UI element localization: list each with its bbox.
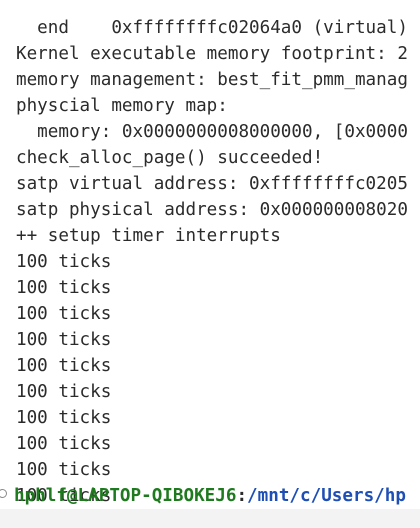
terminal-output-line: 100 ticks <box>16 278 112 298</box>
terminal-output-line: memory: 0x0000000008000000, [0x0000 <box>16 122 408 142</box>
shell-prompt[interactable]: hphlf@LAPTOP-QIBOKEJ6:/mnt/c/Users/hp <box>0 483 406 509</box>
prompt-user-host: hphlf@LAPTOP-QIBOKEJ6 <box>14 486 237 506</box>
terminal-output-line: satp virtual address: 0xffffffffc0205 <box>16 174 408 194</box>
terminal-output-line: 100 ticks <box>16 356 112 376</box>
terminal-output-line: 100 ticks <box>16 408 112 428</box>
command-status-icon <box>0 488 7 498</box>
terminal-window[interactable]: end 0xffffffffc02064a0 (virtual) Kernel … <box>0 0 420 528</box>
terminal-output-line: physcial memory map: <box>16 96 228 116</box>
terminal-output-line: 100 ticks <box>16 382 112 402</box>
prompt-path: /mnt/c/Users/hp <box>247 486 406 506</box>
terminal-output-line: Kernel executable memory footprint: 2 <box>16 44 408 64</box>
terminal-output-line: memory management: best_fit_pmm_manag <box>16 70 408 90</box>
terminal-output-line: 100 ticks <box>16 330 112 350</box>
terminal-bottom-strip <box>0 509 420 528</box>
terminal-output-line: satp physical address: 0x000000008020 <box>16 200 408 220</box>
terminal-output-line: ++ setup timer interrupts <box>16 226 281 246</box>
prompt-separator: : <box>236 486 248 506</box>
terminal-output-line: 100 ticks <box>16 252 112 272</box>
terminal-output-line: end 0xffffffffc02064a0 (virtual) <box>16 18 408 38</box>
terminal-output-line: 100 ticks <box>16 434 112 454</box>
terminal-output-line: check_alloc_page() succeeded! <box>16 148 324 168</box>
terminal-output-line: 100 ticks <box>16 460 112 480</box>
terminal-output-line: 100 ticks <box>16 304 112 324</box>
